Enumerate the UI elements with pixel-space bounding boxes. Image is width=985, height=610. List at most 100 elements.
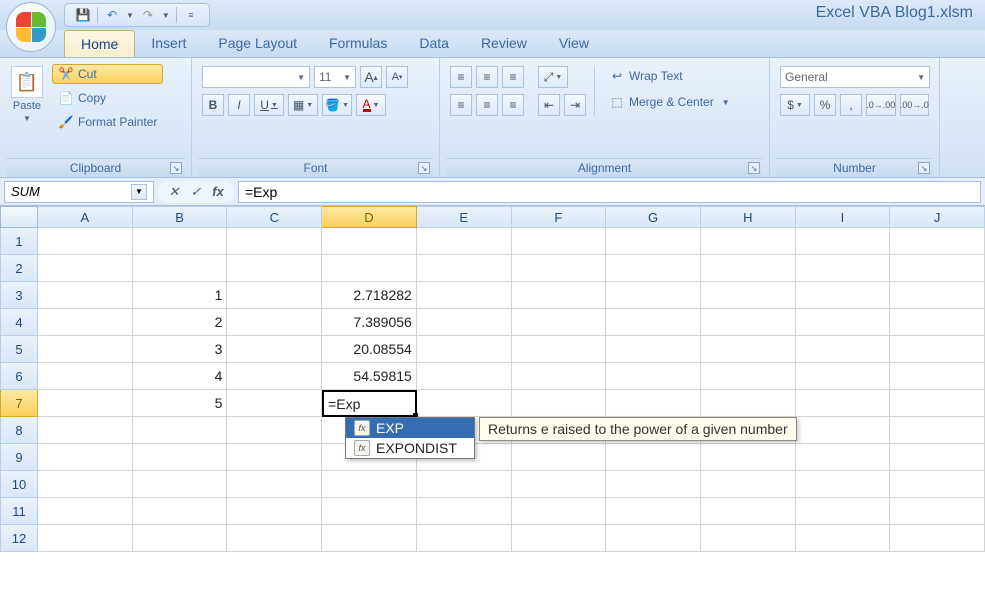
undo-icon[interactable]: ↶: [104, 7, 120, 23]
cell[interactable]: [227, 525, 322, 552]
cell[interactable]: [606, 363, 701, 390]
cut-button[interactable]: ✂️Cut: [52, 64, 163, 84]
formula-input[interactable]: =Exp: [238, 181, 981, 203]
copy-button[interactable]: 📄Copy: [52, 88, 163, 108]
cell[interactable]: [38, 336, 133, 363]
cell[interactable]: =Exp: [322, 390, 417, 417]
cell[interactable]: [417, 363, 512, 390]
cell[interactable]: [38, 417, 133, 444]
cell[interactable]: [227, 498, 322, 525]
cancel-formula-button[interactable]: ✕: [164, 183, 184, 201]
cell[interactable]: [322, 255, 417, 282]
tab-insert[interactable]: Insert: [135, 30, 202, 57]
cell[interactable]: 5: [133, 390, 228, 417]
cell[interactable]: [227, 471, 322, 498]
cell[interactable]: 4: [133, 363, 228, 390]
row-header[interactable]: 9: [0, 444, 38, 471]
tab-formulas[interactable]: Formulas: [313, 30, 403, 57]
column-header[interactable]: B: [133, 206, 228, 228]
cell[interactable]: [417, 228, 512, 255]
cell[interactable]: [796, 255, 891, 282]
fill-color-button[interactable]: 🪣▼: [322, 94, 352, 116]
cell[interactable]: [227, 309, 322, 336]
cell[interactable]: [701, 471, 796, 498]
paste-button[interactable]: 📋 Paste ▼: [6, 62, 48, 127]
column-header[interactable]: E: [417, 206, 512, 228]
cell[interactable]: [38, 228, 133, 255]
align-left-button[interactable]: ≡: [450, 94, 472, 116]
cell[interactable]: [890, 228, 985, 255]
cell[interactable]: [701, 525, 796, 552]
cell[interactable]: [133, 498, 228, 525]
cell[interactable]: [890, 444, 985, 471]
border-button[interactable]: ▦▼: [288, 94, 318, 116]
underline-button[interactable]: U▼: [254, 94, 284, 116]
cell[interactable]: [890, 363, 985, 390]
cell[interactable]: [512, 525, 607, 552]
cell[interactable]: [38, 471, 133, 498]
cell[interactable]: [890, 390, 985, 417]
cell[interactable]: [38, 282, 133, 309]
align-top-button[interactable]: ≡: [450, 66, 472, 88]
cell[interactable]: [227, 282, 322, 309]
cell[interactable]: 7.389056: [322, 309, 417, 336]
row-header[interactable]: 10: [0, 471, 38, 498]
cell[interactable]: [701, 444, 796, 471]
row-header[interactable]: 8: [0, 417, 38, 444]
cell[interactable]: [512, 498, 607, 525]
cell[interactable]: [606, 228, 701, 255]
cell[interactable]: [227, 255, 322, 282]
increase-indent-button[interactable]: ⇥: [564, 94, 586, 116]
cell[interactable]: [606, 255, 701, 282]
cell[interactable]: [512, 228, 607, 255]
column-header[interactable]: C: [227, 206, 322, 228]
font-size-combo[interactable]: 11▼: [314, 66, 356, 88]
cell[interactable]: [322, 228, 417, 255]
cell[interactable]: [417, 525, 512, 552]
namebox-dropdown[interactable]: ▼: [131, 184, 147, 200]
cell[interactable]: [417, 255, 512, 282]
row-header[interactable]: 1: [0, 228, 38, 255]
cell[interactable]: [512, 309, 607, 336]
tab-view[interactable]: View: [543, 30, 605, 57]
grow-font-button[interactable]: A▴: [360, 66, 382, 88]
tab-page-layout[interactable]: Page Layout: [202, 30, 313, 57]
increase-decimal-button[interactable]: .0→.00: [866, 94, 896, 116]
orientation-button[interactable]: ⤢▼: [538, 66, 568, 88]
row-header[interactable]: 4: [0, 309, 38, 336]
cell[interactable]: [512, 363, 607, 390]
cell[interactable]: [890, 471, 985, 498]
cell[interactable]: [38, 525, 133, 552]
cell[interactable]: [890, 255, 985, 282]
select-all-corner[interactable]: [0, 206, 38, 228]
cell[interactable]: [890, 498, 985, 525]
tab-data[interactable]: Data: [403, 30, 465, 57]
cell[interactable]: [38, 309, 133, 336]
cell[interactable]: [133, 255, 228, 282]
number-launcher[interactable]: ↘: [918, 162, 930, 174]
cell[interactable]: [890, 282, 985, 309]
cell[interactable]: [701, 390, 796, 417]
cell[interactable]: [606, 336, 701, 363]
name-box[interactable]: SUM▼: [4, 181, 154, 203]
cell[interactable]: [701, 498, 796, 525]
cell[interactable]: [227, 444, 322, 471]
cell[interactable]: [701, 228, 796, 255]
cell[interactable]: [796, 336, 891, 363]
cell[interactable]: [38, 390, 133, 417]
cell[interactable]: [133, 417, 228, 444]
tab-home[interactable]: Home: [64, 30, 135, 57]
cell[interactable]: [796, 444, 891, 471]
cell[interactable]: [133, 471, 228, 498]
cell[interactable]: [417, 336, 512, 363]
cell[interactable]: [38, 255, 133, 282]
row-header[interactable]: 2: [0, 255, 38, 282]
cell[interactable]: 1: [133, 282, 228, 309]
row-header[interactable]: 11: [0, 498, 38, 525]
cell[interactable]: [38, 498, 133, 525]
row-header[interactable]: 7: [0, 390, 38, 417]
row-header[interactable]: 3: [0, 282, 38, 309]
cell[interactable]: [606, 471, 701, 498]
cell[interactable]: [890, 309, 985, 336]
cell[interactable]: [417, 282, 512, 309]
